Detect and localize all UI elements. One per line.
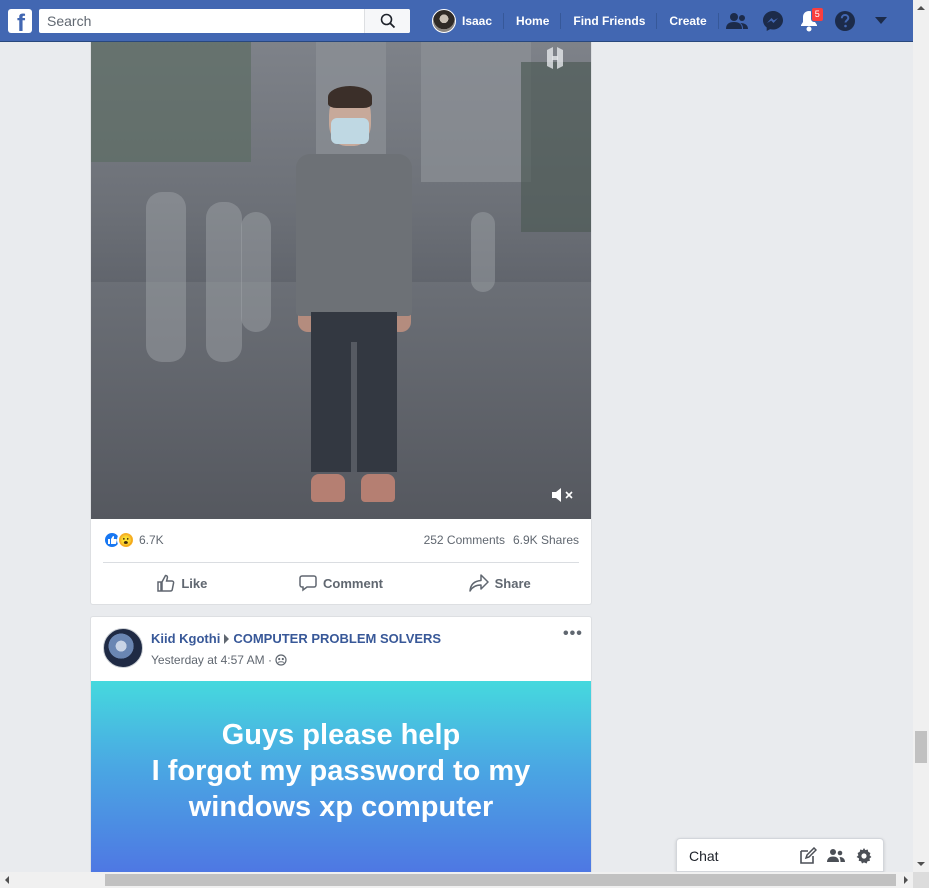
- person-hair: [328, 86, 372, 108]
- engagement-counts: 252 Comments 6.9K Shares: [424, 533, 579, 547]
- caret-down-icon: [874, 17, 887, 24]
- background-trees: [91, 42, 251, 162]
- background-building: [421, 42, 531, 182]
- search-box: [39, 9, 410, 33]
- reaction-count[interactable]: 6.7K: [139, 533, 164, 547]
- group-name[interactable]: COMPUTER PROBLEM SOLVERS: [233, 631, 441, 646]
- friend-requests-icon: [725, 13, 748, 29]
- profile-name: Isaac: [462, 14, 493, 28]
- post-video[interactable]: [91, 42, 591, 519]
- messenger-icon: [762, 11, 783, 31]
- account-menu-button[interactable]: [863, 0, 899, 42]
- messenger-button[interactable]: [755, 0, 791, 42]
- feed-post-video: 😮 6.7K 252 Comments 6.9K Shares Like Com…: [90, 42, 592, 605]
- thumbs-up-icon: [157, 574, 175, 592]
- post-options-icon[interactable]: •••: [563, 625, 583, 643]
- notifications-button[interactable]: 5: [791, 0, 827, 42]
- posted-in-arrow-icon: [224, 633, 230, 644]
- scroll-up-arrow-icon[interactable]: [917, 6, 925, 10]
- comment-button[interactable]: Comment: [262, 566, 421, 600]
- notification-badge: 5: [810, 7, 824, 22]
- horizontal-scrollbar[interactable]: [0, 872, 913, 888]
- nav-home[interactable]: Home: [504, 0, 562, 42]
- help-button[interactable]: [827, 0, 863, 42]
- chat-label: Chat: [689, 848, 719, 864]
- blurred-pedestrian: [471, 212, 495, 292]
- facebook-logo[interactable]: f: [8, 9, 32, 33]
- profile-avatar: [432, 9, 456, 33]
- share-arrow-icon: [468, 574, 489, 592]
- new-group-icon[interactable]: [827, 847, 845, 865]
- post-text: Guys please help I forgot my password to…: [91, 717, 591, 825]
- group-audience-icon: [275, 654, 287, 666]
- help-icon: [834, 11, 855, 31]
- chat-controls: [799, 847, 873, 865]
- shares-count[interactable]: 6.9K Shares: [513, 533, 579, 547]
- scroll-left-arrow-icon[interactable]: [5, 876, 9, 884]
- comments-count[interactable]: 252 Comments: [424, 533, 505, 547]
- post-text-line: windows xp computer: [188, 791, 494, 823]
- person-shoe: [311, 474, 345, 502]
- compose-message-icon[interactable]: [799, 847, 817, 865]
- scrollbar-corner: [913, 872, 929, 888]
- post-stats: 😮 6.7K 252 Comments 6.9K Shares: [103, 528, 579, 552]
- person-shirt: [296, 154, 412, 316]
- author-name[interactable]: Kiid Kgothi: [151, 631, 220, 646]
- person-shoe: [361, 474, 395, 502]
- pants-gap: [351, 342, 357, 472]
- share-label: Share: [494, 575, 531, 591]
- post-meta: Yesterday at 4:57 AM ·: [151, 653, 287, 667]
- author-avatar[interactable]: [103, 628, 143, 668]
- scroll-right-arrow-icon[interactable]: [904, 876, 908, 884]
- nav-links: Isaac Home Find Friends Create 5: [420, 0, 899, 42]
- divider: [103, 562, 579, 563]
- like-label: Like: [181, 575, 208, 591]
- publisher-watermark-icon: [547, 47, 563, 69]
- comment-icon: [299, 575, 317, 592]
- feed-post-text: Kiid Kgothi COMPUTER PROBLEM SOLVERS Yes…: [90, 616, 592, 888]
- face-mask: [331, 118, 369, 144]
- blurred-pedestrian: [241, 212, 271, 332]
- top-navigation-bar: f Isaac Home Find Friends Create 5: [0, 0, 913, 42]
- vertical-scrollbar[interactable]: [913, 0, 929, 872]
- scroll-down-arrow-icon[interactable]: [917, 862, 925, 866]
- search-input[interactable]: [39, 9, 359, 33]
- search-button[interactable]: [364, 9, 410, 33]
- search-icon: [380, 13, 395, 29]
- post-text-line: I forgot my password to my: [151, 755, 531, 787]
- post-actions: Like Comment Share: [103, 566, 579, 600]
- gear-icon[interactable]: [855, 847, 873, 865]
- post-text-line: Guys please help: [221, 719, 461, 751]
- post-timestamp[interactable]: Yesterday at 4:57 AM ·: [151, 653, 272, 667]
- vertical-scroll-thumb[interactable]: [915, 731, 927, 763]
- share-button[interactable]: Share: [420, 566, 579, 600]
- profile-link[interactable]: Isaac: [420, 0, 505, 42]
- like-button[interactable]: Like: [103, 566, 262, 600]
- nav-find-friends[interactable]: Find Friends: [561, 0, 658, 42]
- blurred-pedestrian: [206, 202, 242, 362]
- post-header: Kiid Kgothi COMPUTER PROBLEM SOLVERS: [151, 631, 441, 646]
- comment-label: Comment: [323, 575, 383, 591]
- muted-volume-icon[interactable]: [551, 486, 575, 504]
- nav-create[interactable]: Create: [657, 0, 720, 42]
- friend-requests-button[interactable]: [719, 0, 755, 42]
- chat-bar[interactable]: Chat: [676, 838, 884, 872]
- background-trees: [521, 62, 591, 232]
- blurred-pedestrian: [146, 192, 186, 362]
- horizontal-scroll-thumb[interactable]: [105, 874, 896, 886]
- wow-reaction-icon: 😮: [117, 531, 135, 549]
- facebook-logo-letter: f: [17, 10, 25, 34]
